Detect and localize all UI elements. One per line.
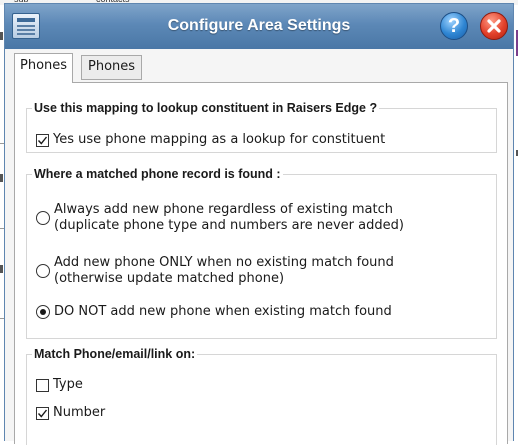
radio-do-not-add-label: DO NOT add new phone when existing match…	[54, 304, 392, 319]
lookup-checkbox[interactable]	[36, 134, 49, 147]
radio-do-not-add-row[interactable]: DO NOT add new phone when existing match…	[36, 304, 392, 320]
radio-add-only-no-match-label: Add new phone ONLY when no existing matc…	[54, 255, 394, 287]
background-edge-mark	[0, 174, 3, 182]
radio-always-add-label: Always add new phone regardless of exist…	[54, 202, 404, 234]
type-checkbox[interactable]	[36, 379, 49, 392]
type-checkbox-label: Type	[53, 377, 83, 392]
lookup-group: Use this mapping to lookup constituent i…	[26, 101, 497, 153]
question-mark-icon: ?	[447, 15, 461, 37]
dialog-titlebar[interactable]: Configure Area Settings ?	[5, 4, 513, 49]
lookup-group-legend: Use this mapping to lookup constituent i…	[34, 101, 378, 115]
checkmark-icon	[37, 136, 48, 145]
type-checkbox-row[interactable]: Type	[36, 377, 83, 393]
match-on-legend: Match Phone/email/link on:	[34, 347, 196, 361]
radio-add-only-no-match-row[interactable]: Add new phone ONLY when no existing matc…	[36, 255, 394, 287]
dialog-title: Configure Area Settings	[167, 17, 351, 34]
match-on-group: Match Phone/email/link on: Type Number	[26, 347, 497, 445]
background-edge-mark	[0, 265, 3, 273]
radio-add-only-line1: Add new phone ONLY when no existing matc…	[54, 255, 394, 270]
radio-add-only-no-match[interactable]	[36, 264, 50, 278]
background-edge-mark	[0, 32, 3, 40]
radio-always-add-line1: Always add new phone regardless of exist…	[54, 202, 394, 217]
number-checkbox-label: Number	[53, 405, 106, 420]
match-behavior-legend: Where a matched phone record is found :	[34, 167, 281, 181]
radio-always-add[interactable]	[36, 211, 50, 225]
tab-panel-phones: Use this mapping to lookup constituent i…	[14, 82, 508, 445]
radio-do-not-add[interactable]	[36, 305, 50, 319]
match-behavior-group: Where a matched phone record is found : …	[26, 167, 497, 339]
radio-selected-dot	[40, 309, 46, 315]
close-button[interactable]	[480, 12, 508, 40]
radio-always-add-row[interactable]: Always add new phone regardless of exist…	[36, 202, 404, 234]
radio-add-only-line2: (otherwise update matched phone)	[54, 271, 285, 286]
tab-phones[interactable]: Phones	[14, 53, 74, 83]
tab-phones-2[interactable]: Phones 2	[81, 55, 143, 96]
lookup-checkbox-label: Yes use phone mapping as a lookup for co…	[53, 132, 386, 147]
lookup-checkbox-row[interactable]: Yes use phone mapping as a lookup for co…	[36, 132, 385, 148]
number-checkbox[interactable]	[36, 407, 49, 420]
close-x-icon	[487, 19, 501, 33]
configure-area-settings-dialog: Configure Area Settings ? Phones Phones …	[4, 3, 514, 445]
checkmark-icon	[37, 409, 48, 418]
help-button[interactable]: ?	[440, 12, 468, 40]
number-checkbox-row[interactable]: Number	[36, 405, 105, 421]
radio-always-add-line2: (duplicate phone type and numbers are ne…	[54, 218, 404, 233]
